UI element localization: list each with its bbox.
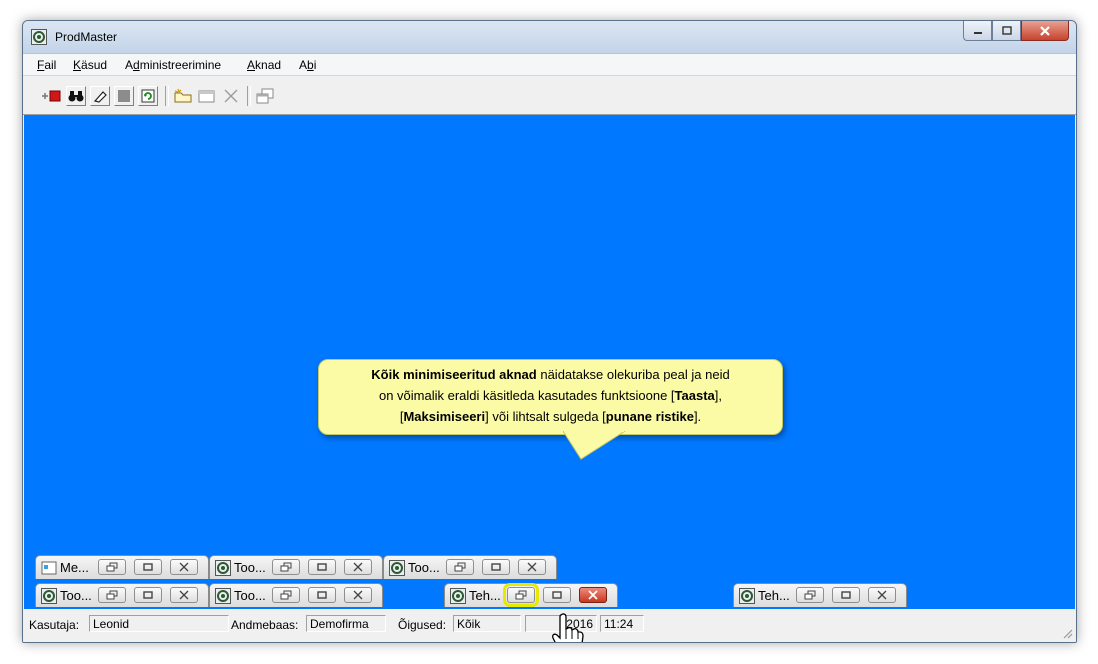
add-record-icon[interactable]	[41, 86, 61, 106]
window-icon[interactable]	[197, 86, 217, 106]
info-callout: Kõik minimiseeritud aknad näidatakse ole…	[318, 359, 783, 435]
restore-icon	[106, 562, 118, 572]
restore-button[interactable]	[272, 587, 300, 603]
close-button[interactable]	[1021, 21, 1069, 41]
maximize-button[interactable]	[543, 587, 571, 603]
close-button[interactable]	[344, 587, 372, 603]
restore-button[interactable]	[98, 587, 126, 603]
minimized-window-active[interactable]: Teh...	[444, 583, 618, 607]
database-label: Andmebaas:	[231, 618, 299, 632]
app-icon	[41, 588, 57, 604]
close-button[interactable]	[170, 559, 198, 575]
delete-icon[interactable]	[221, 86, 241, 106]
menu-administreerimine[interactable]: Administreerimine	[125, 58, 221, 72]
rights-label: Õigused:	[398, 618, 447, 632]
database-value: Demofirma	[306, 615, 386, 632]
app-icon	[450, 588, 466, 604]
minimize-button[interactable]	[963, 21, 992, 41]
maximize-icon	[143, 591, 153, 599]
maximize-button[interactable]	[308, 587, 336, 603]
minimized-window[interactable]: Too...	[209, 555, 383, 579]
cascade-icon[interactable]	[255, 86, 275, 106]
maximize-button[interactable]	[134, 559, 162, 575]
minimized-window[interactable]: Too...	[35, 583, 209, 607]
maximize-button[interactable]	[992, 21, 1021, 41]
user-value: Leonid	[89, 615, 229, 632]
close-button[interactable]	[868, 587, 896, 603]
app-icon	[739, 588, 755, 604]
new-folder-icon[interactable]	[173, 86, 193, 106]
close-icon	[353, 562, 363, 572]
menu-abi[interactable]: Abi	[299, 58, 316, 72]
title-bar[interactable]: ProdMaster	[23, 21, 1076, 54]
form-icon	[41, 561, 57, 575]
maximize-icon	[1001, 26, 1012, 35]
app-icon	[215, 588, 231, 604]
minimize-icon	[973, 31, 982, 34]
window-title: ProdMaster	[55, 30, 118, 44]
maximize-icon	[491, 563, 501, 571]
close-icon	[527, 562, 537, 572]
close-icon	[179, 562, 189, 572]
close-button[interactable]	[344, 559, 372, 575]
restore-button[interactable]	[796, 587, 824, 603]
hand-cursor-icon	[552, 613, 584, 642]
refresh-icon[interactable]	[138, 86, 158, 106]
minimized-window[interactable]: Too...	[209, 583, 383, 607]
restore-icon	[515, 590, 527, 600]
resize-grip-icon[interactable]	[1061, 627, 1073, 639]
app-icon	[31, 29, 47, 45]
menu-aknad[interactable]: Aknad	[247, 58, 281, 72]
maximize-button[interactable]	[134, 587, 162, 603]
maximize-icon	[552, 591, 562, 599]
restore-button[interactable]	[503, 583, 539, 607]
menu-fail[interactable]: Fail	[37, 58, 56, 72]
eraser-icon[interactable]	[90, 86, 110, 106]
close-icon	[1040, 25, 1050, 36]
time-value: 11:24	[600, 615, 644, 632]
close-icon	[588, 590, 598, 600]
prodmaster-window: ProdMaster Fail Käsud Administreerimine …	[22, 20, 1077, 643]
menu-kasud[interactable]: Käsud	[73, 58, 107, 72]
app-icon	[215, 560, 231, 576]
minimized-window[interactable]: Too...	[383, 555, 557, 579]
close-button[interactable]	[579, 587, 607, 603]
minimized-window[interactable]: Me...	[35, 555, 209, 579]
user-label: Kasutaja:	[29, 618, 80, 632]
maximize-button[interactable]	[308, 559, 336, 575]
restore-button[interactable]	[98, 559, 126, 575]
close-icon	[179, 590, 189, 600]
toolbar	[23, 76, 1076, 115]
close-icon	[353, 590, 363, 600]
close-button[interactable]	[518, 559, 546, 575]
binoculars-icon[interactable]	[66, 86, 86, 106]
maximize-icon	[841, 591, 851, 599]
restore-icon	[280, 590, 292, 600]
restore-icon	[280, 562, 292, 572]
rights-value: Kõik	[453, 615, 521, 632]
maximize-icon	[317, 563, 327, 571]
maximize-icon	[317, 591, 327, 599]
status-bar: Kasutaja: Leonid Andmebaas: Demofirma Õi…	[23, 611, 1076, 642]
app-icon	[389, 560, 405, 576]
restore-button[interactable]	[446, 559, 474, 575]
maximize-icon	[143, 563, 153, 571]
minimized-window[interactable]: Teh...	[733, 583, 907, 607]
restore-icon	[454, 562, 466, 572]
maximize-button[interactable]	[482, 559, 510, 575]
close-icon	[877, 590, 887, 600]
restore-icon	[804, 590, 816, 600]
callout-tail	[563, 431, 626, 460]
menu-bar: Fail Käsud Administreerimine Aknad Abi	[23, 54, 1076, 76]
restore-icon	[106, 590, 118, 600]
maximize-button[interactable]	[832, 587, 860, 603]
close-button[interactable]	[170, 587, 198, 603]
restore-button[interactable]	[272, 559, 300, 575]
stop-icon[interactable]	[114, 86, 134, 106]
